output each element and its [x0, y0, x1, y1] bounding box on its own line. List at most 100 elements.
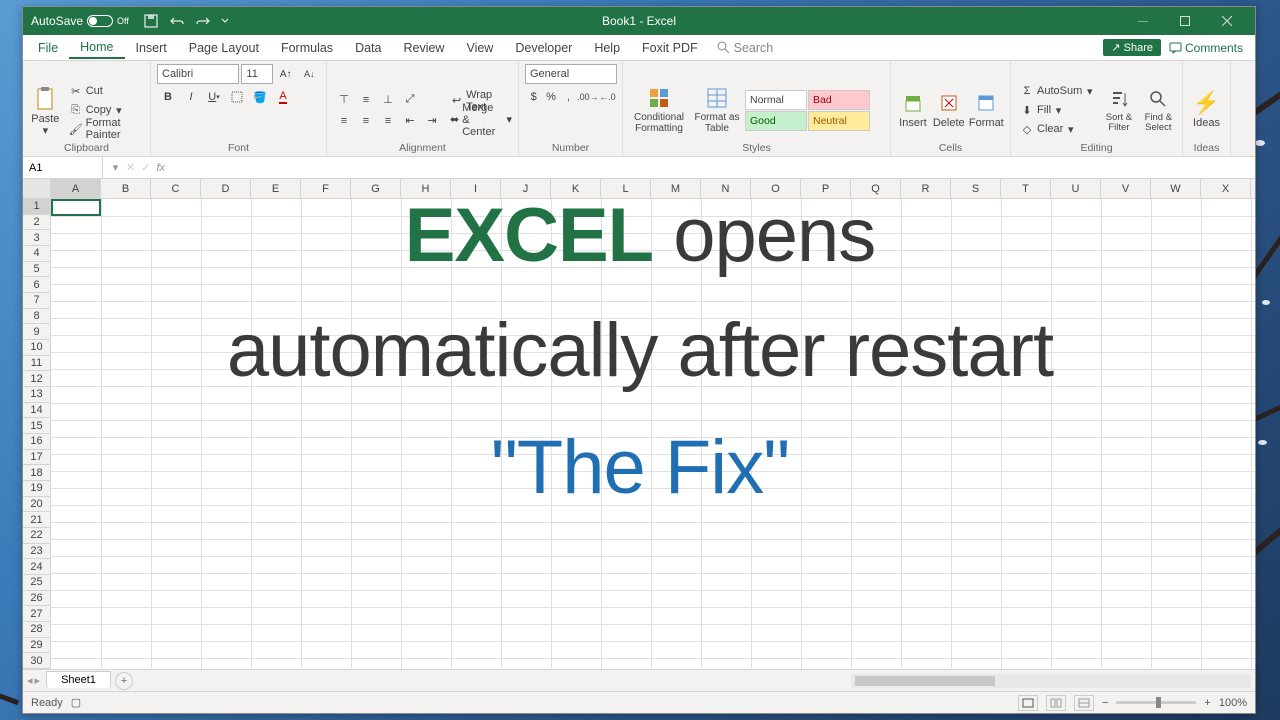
accounting-button[interactable]: $: [525, 87, 542, 107]
row-header[interactable]: 7: [23, 293, 50, 309]
row-header[interactable]: 29: [23, 638, 50, 654]
row-header[interactable]: 28: [23, 622, 50, 638]
align-right-button[interactable]: ≡: [377, 111, 399, 131]
percent-button[interactable]: %: [542, 87, 559, 107]
row-header[interactable]: 4: [23, 246, 50, 262]
style-normal[interactable]: Normal: [745, 90, 807, 110]
row-header[interactable]: 23: [23, 544, 50, 560]
row-header[interactable]: 14: [23, 403, 50, 419]
column-header[interactable]: L: [601, 179, 651, 198]
column-header[interactable]: T: [1001, 179, 1051, 198]
tab-home[interactable]: Home: [69, 37, 124, 59]
format-painter-button[interactable]: 🖌Format Painter: [66, 120, 144, 138]
zoom-slider[interactable]: [1116, 701, 1196, 704]
zoom-in-button[interactable]: +: [1204, 697, 1210, 709]
font-size-select[interactable]: 11: [241, 64, 273, 84]
tab-developer[interactable]: Developer: [504, 38, 583, 58]
row-header[interactable]: 20: [23, 497, 50, 513]
enter-icon[interactable]: ✓: [141, 161, 150, 174]
row-header[interactable]: 21: [23, 512, 50, 528]
row-header[interactable]: 9: [23, 324, 50, 340]
merge-center-button[interactable]: ⬌Merge & Center▾: [447, 111, 515, 129]
row-header[interactable]: 25: [23, 575, 50, 591]
redo-icon[interactable]: [195, 13, 211, 29]
indent-inc-button[interactable]: ⇥: [421, 111, 443, 131]
underline-button[interactable]: U▾: [203, 87, 225, 107]
row-header[interactable]: 18: [23, 465, 50, 481]
column-header[interactable]: W: [1151, 179, 1201, 198]
column-header[interactable]: D: [201, 179, 251, 198]
column-header[interactable]: E: [251, 179, 301, 198]
orientation-button[interactable]: ⤢: [399, 90, 421, 110]
align-middle-button[interactable]: ≡: [355, 90, 377, 110]
normal-view-button[interactable]: [1018, 695, 1038, 711]
column-header[interactable]: J: [501, 179, 551, 198]
qat-dropdown-icon[interactable]: [221, 18, 230, 25]
cut-button[interactable]: ✂Cut: [66, 82, 144, 100]
add-sheet-button[interactable]: +: [115, 672, 133, 690]
column-header[interactable]: S: [951, 179, 1001, 198]
column-header[interactable]: V: [1101, 179, 1151, 198]
style-good[interactable]: Good: [745, 111, 807, 131]
tab-data[interactable]: Data: [344, 38, 392, 58]
column-header[interactable]: N: [701, 179, 751, 198]
column-header[interactable]: M: [651, 179, 701, 198]
column-header[interactable]: F: [301, 179, 351, 198]
decrease-font-button[interactable]: A↓: [298, 64, 320, 84]
sheet-nav-prev-icon[interactable]: ◂: [27, 674, 33, 687]
column-header[interactable]: C: [151, 179, 201, 198]
column-header[interactable]: P: [801, 179, 851, 198]
row-header[interactable]: 19: [23, 481, 50, 497]
tab-foxit-pdf[interactable]: Foxit PDF: [631, 38, 709, 58]
row-header[interactable]: 26: [23, 591, 50, 607]
align-left-button[interactable]: ≡: [333, 111, 355, 131]
autosum-button[interactable]: ΣAutoSum▾: [1017, 82, 1097, 100]
row-header[interactable]: 2: [23, 215, 50, 231]
increase-font-button[interactable]: A↑: [275, 64, 297, 84]
tell-me-search[interactable]: Search: [717, 41, 774, 55]
cells-area[interactable]: [51, 199, 1255, 669]
row-header[interactable]: 3: [23, 230, 50, 246]
font-color-button[interactable]: A: [272, 87, 294, 107]
share-button[interactable]: ↗ Share: [1103, 39, 1161, 56]
maximize-button[interactable]: [1165, 10, 1205, 32]
comma-button[interactable]: ,: [560, 87, 577, 107]
row-header[interactable]: 16: [23, 434, 50, 450]
row-header[interactable]: 8: [23, 309, 50, 325]
minimize-button[interactable]: [1123, 10, 1163, 32]
column-header[interactable]: Q: [851, 179, 901, 198]
column-header[interactable]: O: [751, 179, 801, 198]
align-top-button[interactable]: ⊤: [333, 90, 355, 110]
style-neutral[interactable]: Neutral: [808, 111, 870, 131]
bold-button[interactable]: B: [157, 87, 179, 107]
clear-button[interactable]: ◇Clear▾: [1017, 120, 1097, 138]
row-header[interactable]: 27: [23, 606, 50, 622]
column-header[interactable]: H: [401, 179, 451, 198]
tab-view[interactable]: View: [455, 38, 504, 58]
inc-decimal-button[interactable]: .00→: [577, 87, 599, 107]
page-layout-view-button[interactable]: [1046, 695, 1066, 711]
tab-review[interactable]: Review: [392, 38, 455, 58]
row-header[interactable]: 1: [23, 199, 50, 215]
save-icon[interactable]: [143, 13, 159, 29]
row-header[interactable]: 24: [23, 559, 50, 575]
font-name-select[interactable]: Calibri: [157, 64, 239, 84]
column-header[interactable]: A: [51, 179, 101, 198]
row-header[interactable]: 12: [23, 371, 50, 387]
column-header[interactable]: U: [1051, 179, 1101, 198]
name-box-dropdown-icon[interactable]: ▾: [111, 164, 120, 171]
row-header[interactable]: 15: [23, 418, 50, 434]
row-header[interactable]: 10: [23, 340, 50, 356]
page-break-view-button[interactable]: [1074, 695, 1094, 711]
row-header[interactable]: 6: [23, 277, 50, 293]
dec-decimal-button[interactable]: ←.0: [599, 87, 616, 107]
sheet-tab-sheet1[interactable]: Sheet1: [46, 671, 111, 688]
select-all-corner[interactable]: [23, 179, 51, 198]
tab-page-layout[interactable]: Page Layout: [178, 38, 270, 58]
close-button[interactable]: [1207, 10, 1247, 32]
column-header[interactable]: R: [901, 179, 951, 198]
tab-formulas[interactable]: Formulas: [270, 38, 344, 58]
column-header[interactable]: I: [451, 179, 501, 198]
fill-color-button[interactable]: 🪣: [249, 87, 271, 107]
column-header[interactable]: X: [1201, 179, 1251, 198]
